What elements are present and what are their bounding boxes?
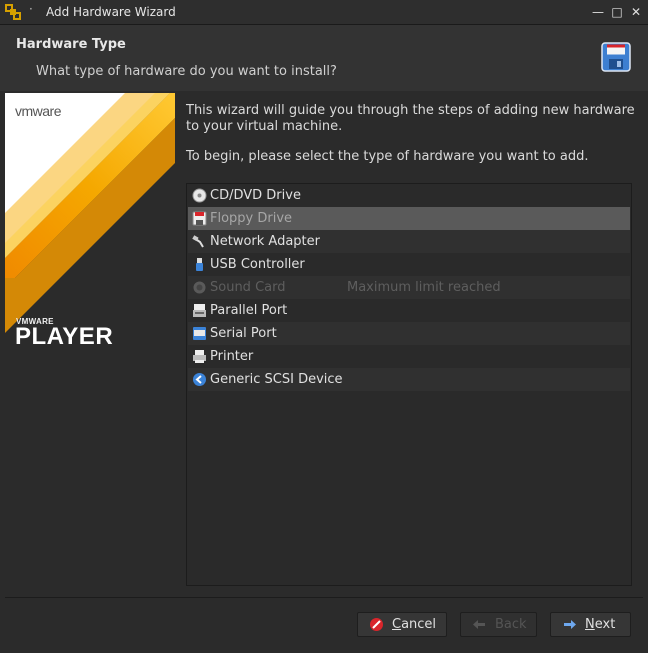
next-arrow-icon [564, 620, 576, 629]
close-button[interactable]: ✕ [628, 4, 644, 20]
maximize-button[interactable]: □ [609, 4, 625, 20]
list-item-label: Sound Card [210, 280, 286, 295]
list-item-label: Serial Port [210, 326, 277, 341]
back-button-label: Back [495, 617, 527, 632]
product-name: PLAYER [15, 323, 114, 350]
serial-port-icon [193, 327, 206, 340]
page-title: Hardware Type [16, 37, 126, 52]
floppy-disk-icon [601, 42, 631, 72]
list-item-label: Parallel Port [210, 303, 288, 318]
sound-card-icon [193, 281, 206, 294]
list-item-floppy-drive[interactable]: Floppy Drive [188, 207, 630, 230]
list-item-label: USB Controller [210, 257, 305, 272]
wizard-instruction-text: To begin, please select the type of hard… [186, 149, 589, 164]
list-item-serial-port[interactable]: Serial Port [188, 322, 630, 345]
vmware-app-icon [5, 4, 21, 20]
next-button-label: Next [585, 617, 616, 632]
list-item-label: Printer [210, 349, 254, 364]
list-item-parallel-port[interactable]: Parallel Port [188, 299, 630, 322]
scsi-icon [193, 373, 206, 386]
window-menu-button[interactable]: · [29, 2, 33, 16]
window-titlebar: · Add Hardware Wizard — □ ✕ [0, 0, 648, 25]
hardware-type-list[interactable]: CD/DVD Drive Floppy Drive Network Adapte… [186, 183, 632, 586]
page-subtitle: What type of hardware do you want to ins… [36, 64, 337, 79]
cd-dvd-icon [192, 188, 207, 203]
usb-icon [196, 258, 203, 271]
list-item-label: Network Adapter [210, 234, 320, 249]
back-button[interactable]: Back [460, 612, 537, 637]
button-separator [5, 597, 643, 598]
back-arrow-icon [473, 620, 485, 629]
floppy-icon [192, 211, 207, 226]
vmware-player-banner: vmware VMWARE PLAYER [5, 93, 175, 585]
parallel-port-icon [193, 304, 206, 317]
cancel-button-label: Cancel [392, 617, 437, 632]
network-adapter-icon [192, 235, 204, 248]
list-item-generic-scsi-device[interactable]: Generic SCSI Device [188, 368, 630, 391]
minimize-button[interactable]: — [590, 4, 606, 20]
list-item-label: Generic SCSI Device [210, 372, 343, 387]
list-item-label: Floppy Drive [210, 211, 293, 226]
next-button[interactable]: Next [550, 612, 631, 637]
list-item-label: CD/DVD Drive [210, 188, 301, 203]
cancel-icon [370, 618, 383, 631]
wizard-header: Hardware Type What type of hardware do y… [0, 25, 648, 91]
list-item-network-adapter[interactable]: Network Adapter [188, 230, 630, 253]
cancel-button[interactable]: Cancel [357, 612, 447, 637]
list-item-usb-controller[interactable]: USB Controller [188, 253, 630, 276]
list-item-printer[interactable]: Printer [188, 345, 630, 368]
wizard-intro-text: This wizard will guide you through the s… [186, 103, 635, 134]
list-item-cd-dvd-drive[interactable]: CD/DVD Drive [188, 184, 630, 207]
printer-icon [193, 350, 206, 363]
window-title: Add Hardware Wizard [46, 5, 176, 19]
list-item-sound-card[interactable]: Sound Card Maximum limit reached [188, 276, 630, 299]
list-item-note: Maximum limit reached [347, 280, 501, 295]
vmware-logo: vmware [15, 103, 62, 119]
